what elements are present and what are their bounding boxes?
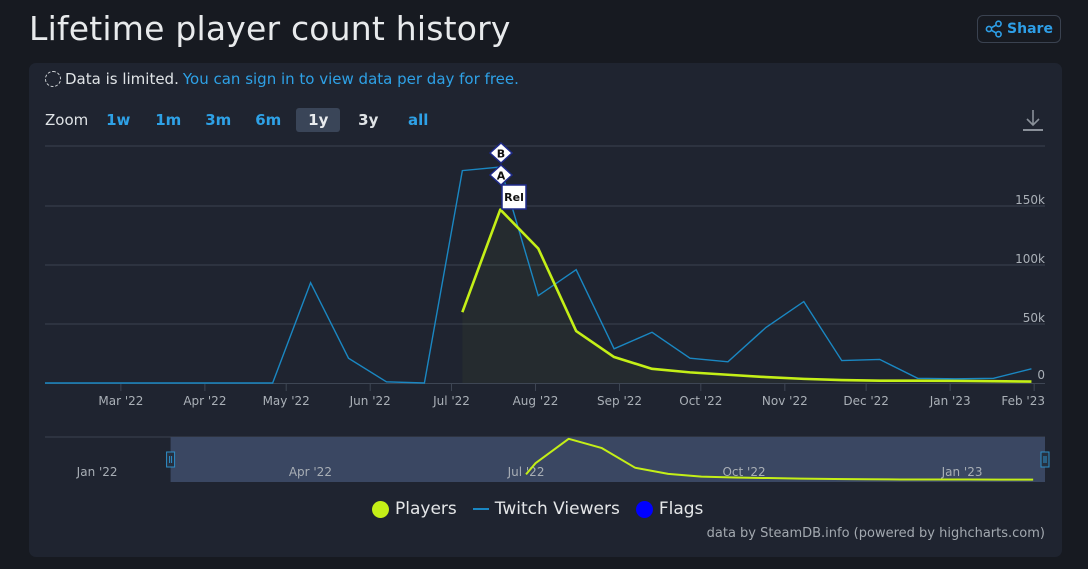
x-tick-label: Oct '22: [679, 394, 722, 408]
x-tick-label: Jul '22: [432, 394, 470, 408]
x-tick-label: Sep '22: [597, 394, 642, 408]
legend-label: Twitch Viewers: [494, 499, 620, 519]
player-count-chart: Mar '22 Apr '22 May '22 Jun '22 Jul '22 Aug '…: [44, 141, 1050, 482]
legend-item-players[interactable]: Players: [372, 499, 457, 519]
flag-rel: Rel: [501, 184, 527, 210]
legend-item-twitch-viewers[interactable]: Twitch Viewers: [472, 499, 620, 519]
twitch-legend-symbol: [472, 508, 489, 510]
flag-label: B: [497, 148, 505, 161]
x-tick-label: Mar '22: [98, 394, 143, 408]
navigator-tick-label: Jan '22: [76, 465, 118, 479]
y-tick-label: 0: [1037, 368, 1045, 382]
navigator-left-handle[interactable]: [166, 451, 176, 468]
y-tick-label: 100k: [1015, 252, 1045, 266]
flags-legend-symbol: [635, 500, 653, 518]
navigator-tick-label: Jan '23: [941, 465, 983, 479]
navigator-tick-label: Apr '22: [289, 465, 332, 479]
flag-label: Rel: [504, 191, 524, 204]
chart-credit: data by SteamDB.info (powered by highcha…: [706, 526, 1045, 541]
navigator-tick-label: Jul '22: [507, 465, 545, 479]
x-tick-label: May '22: [263, 394, 310, 408]
players-area: [462, 209, 1032, 383]
legend-label: Flags: [658, 499, 704, 519]
y-tick-label: 50k: [1023, 311, 1045, 325]
x-tick-label: Aug '22: [513, 394, 559, 408]
navigator-right-handle[interactable]: [1040, 451, 1050, 468]
chart-legend: Players Twitch Viewers Flags: [372, 499, 713, 519]
legend-label: Players: [395, 499, 457, 519]
x-tick-label: Nov '22: [762, 394, 808, 408]
x-tick-label: Jun '22: [349, 394, 391, 408]
x-tick-label: Dec '22: [843, 394, 889, 408]
x-tick-label: Feb '23: [1001, 394, 1045, 408]
legend-item-flags[interactable]: Flags: [635, 499, 704, 519]
x-tick-label: Apr '22: [183, 394, 226, 408]
flag-label: A: [497, 170, 506, 183]
players-legend-symbol: [372, 500, 389, 518]
handle-box: [166, 451, 176, 468]
y-tick-label: 150k: [1015, 193, 1045, 207]
handle-box: [1040, 451, 1050, 468]
x-tick-label: Jan '23: [929, 394, 971, 408]
